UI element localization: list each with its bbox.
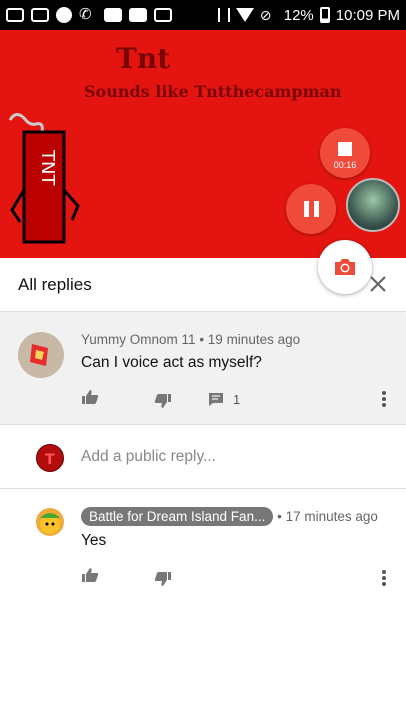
youtube-icon-2	[129, 8, 147, 22]
like-button[interactable]	[81, 566, 99, 584]
comment-text: Can I voice act as myself?	[81, 354, 262, 371]
dislike-button[interactable]	[154, 570, 172, 588]
avatar[interactable]	[18, 332, 64, 378]
dislike-button[interactable]	[154, 392, 172, 410]
comment-icon	[209, 392, 223, 406]
comment-time: 17 minutes ago	[285, 509, 378, 524]
comment-author[interactable]: Yummy Omnom 11	[81, 332, 196, 347]
divider	[0, 488, 406, 489]
message-icon	[6, 8, 24, 22]
app-notification-icon	[56, 7, 72, 23]
battery-icon	[319, 7, 330, 23]
reply-input-row: T Add a public reply...	[0, 428, 406, 486]
no-signal-icon: ⊘	[259, 7, 272, 23]
camera-icon	[335, 259, 355, 275]
recorder-avatar[interactable]	[346, 178, 400, 232]
comment-item: Battle for Dream Island Fan... • 17 minu…	[0, 490, 406, 600]
reply-count-button[interactable]: 1	[208, 390, 240, 408]
close-icon[interactable]	[368, 274, 388, 294]
video-title-overlay: Tnt	[116, 42, 171, 75]
pause-recording-button[interactable]	[286, 184, 336, 234]
page-title: All replies	[18, 274, 92, 294]
pause-icon	[303, 201, 319, 217]
video-player[interactable]: Tnt Sounds like Tntthecampman TNT 00:16	[0, 30, 406, 258]
thumbs-up-icon	[82, 390, 99, 404]
thumbs-down-icon	[154, 394, 171, 408]
video-subtitle-overlay: Sounds like Tntthecampman	[84, 82, 342, 101]
wifi-icon	[235, 8, 254, 22]
cast-icon	[154, 8, 172, 22]
separator-dot: •	[277, 509, 286, 524]
svg-text:TNT: TNT	[37, 149, 58, 186]
phone-icon: ✆	[79, 6, 92, 23]
like-button[interactable]	[81, 388, 99, 406]
more-options-icon[interactable]	[382, 391, 386, 407]
stop-icon	[338, 142, 352, 156]
clock: 10:09 PM	[335, 6, 400, 24]
comment-text: Yes	[81, 532, 107, 549]
status-bar: ✆ ⊘ 12% 10:09 PM	[0, 0, 406, 30]
svg-text:T: T	[45, 452, 55, 468]
more-options-icon[interactable]	[382, 570, 386, 586]
thumbs-up-icon	[82, 568, 99, 582]
avatar: T	[36, 444, 64, 472]
stop-recording-button[interactable]: 00:16	[320, 128, 370, 178]
thumbs-down-icon	[154, 572, 171, 586]
battery-percent: 12%	[283, 6, 314, 24]
youtube-icon	[104, 8, 122, 22]
record-timer: 00:16	[333, 160, 357, 170]
comment-author[interactable]: Battle for Dream Island Fan...	[81, 507, 274, 526]
chat-icon	[31, 8, 49, 22]
separator-dot: •	[199, 332, 208, 347]
divider	[0, 424, 406, 425]
reply-input[interactable]: Add a public reply...	[81, 448, 216, 466]
tnt-character-drawing: TNT	[8, 113, 80, 244]
avatar[interactable]	[36, 508, 64, 536]
comment-item: Yummy Omnom 11 • 19 minutes ago Can I vo…	[0, 314, 406, 424]
vibrate-icon	[217, 8, 230, 22]
comment-time: 19 minutes ago	[207, 332, 301, 347]
reply-count: 1	[233, 391, 241, 407]
camera-button[interactable]	[318, 240, 372, 294]
